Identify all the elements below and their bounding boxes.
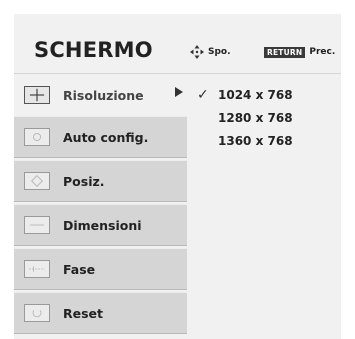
menu-list: Risoluzione Auto config. Posiz. Dimensio…: [14, 74, 187, 339]
menu-item-label: Auto config.: [63, 129, 149, 145]
return-hint-label: Prec.: [309, 47, 336, 57]
auto-config-icon: [24, 128, 50, 146]
check-icon: ✓: [197, 87, 209, 103]
move-arrows-icon: [190, 45, 204, 59]
menu-item-label: Reset: [63, 305, 103, 321]
move-hint-label: Spo.: [208, 47, 231, 57]
resolution-submenu: ✓ 1024 x 768 1280 x 768 1360 x 768: [197, 84, 293, 153]
resolution-option-1280[interactable]: 1280 x 768: [197, 107, 293, 130]
position-icon: [24, 172, 50, 190]
menu-title: SCHERMO: [34, 38, 153, 62]
resolution-option-label: 1360 x 768: [218, 134, 293, 148]
menu-item-label: Risoluzione: [63, 87, 144, 103]
menu-item-reset[interactable]: Reset: [14, 292, 187, 334]
crosshair-icon: [24, 86, 50, 104]
menu-item-label: Posiz.: [63, 173, 105, 189]
return-hint: RETURN Prec.: [264, 45, 335, 59]
return-key: RETURN: [264, 46, 306, 58]
menu-item-label: Fase: [63, 261, 96, 277]
menu-item-auto-config[interactable]: Auto config.: [14, 116, 187, 158]
menu-item-dimensioni[interactable]: Dimensioni: [14, 204, 187, 246]
resolution-option-label: 1280 x 768: [218, 111, 293, 125]
size-icon: [24, 216, 50, 234]
menu-item-risoluzione[interactable]: Risoluzione: [14, 74, 187, 116]
menu-item-fase[interactable]: Fase: [14, 248, 187, 290]
move-hint: Spo.: [190, 45, 231, 59]
menu-item-label: Dimensioni: [63, 217, 142, 233]
submenu-arrow-icon: [175, 87, 183, 97]
reset-icon: [24, 304, 50, 322]
resolution-option-label: 1024 x 768: [218, 88, 293, 102]
menu-item-posiz[interactable]: Posiz.: [14, 160, 187, 202]
resolution-option-1024[interactable]: ✓ 1024 x 768: [197, 84, 293, 107]
phase-icon: [24, 260, 50, 278]
resolution-option-1360[interactable]: 1360 x 768: [197, 130, 293, 153]
